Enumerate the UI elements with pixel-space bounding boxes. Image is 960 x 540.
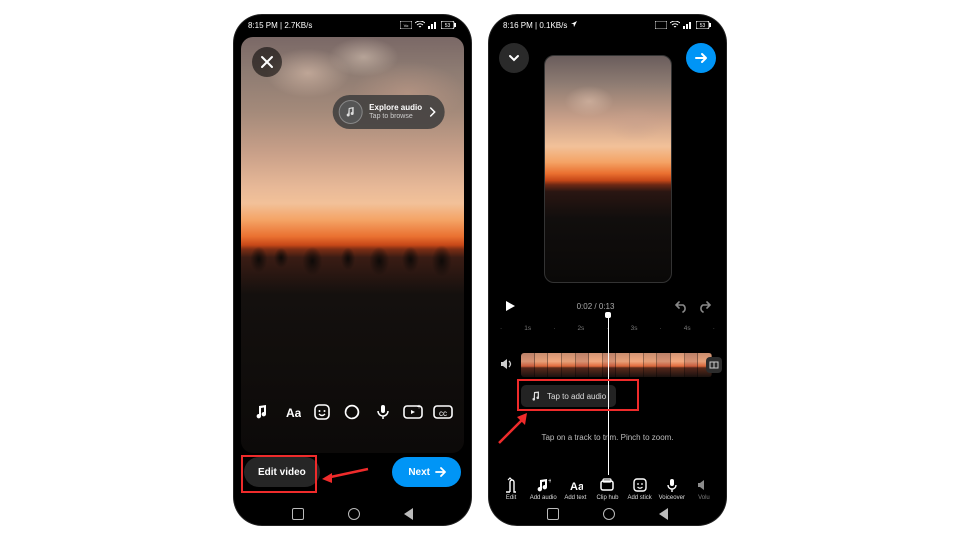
- svg-text:53: 53: [445, 23, 451, 29]
- battery-icon: 53: [441, 21, 457, 29]
- status-left: 8:15 PM | 2.7KB/s: [248, 21, 312, 30]
- status-bar: 8:16 PM | 0.1KB/s 53: [489, 15, 726, 35]
- location-icon: [570, 20, 578, 28]
- nav-back[interactable]: [659, 508, 668, 520]
- status-time: 8:15 PM: [248, 21, 278, 30]
- next-label: Next: [408, 467, 430, 478]
- status-left: 8:16 PM | 0.1KB/s: [503, 20, 578, 30]
- tool-clip-hub[interactable]: Clip hub: [591, 477, 623, 501]
- editor-preview[interactable]: [544, 55, 672, 283]
- annotation-arrow-edit: [320, 465, 370, 483]
- video-track[interactable]: [521, 353, 712, 377]
- status-net: 0.1KB/s: [539, 21, 567, 30]
- audio-title: Explore audio: [369, 104, 422, 112]
- annotation-arrow-audio: [495, 411, 535, 445]
- play-button[interactable]: [503, 299, 517, 313]
- signal-icon: [683, 21, 693, 29]
- done-button[interactable]: [686, 43, 716, 73]
- nav-back[interactable]: [404, 508, 413, 520]
- creative-tool-row: Aa + cc: [241, 397, 464, 427]
- editor-top-buttons: [499, 43, 716, 73]
- svg-text:Aa: Aa: [570, 481, 583, 493]
- svg-text:cc: cc: [439, 409, 447, 418]
- music-note-icon: [344, 106, 356, 118]
- volte-icon: [655, 21, 667, 29]
- svg-text:Aa: Aa: [286, 406, 301, 420]
- svg-text:53: 53: [700, 23, 706, 29]
- annotation-box-edit: [241, 455, 317, 493]
- tool-voiceover[interactable]: Voiceover: [656, 477, 688, 501]
- tool-add-audio[interactable]: + Add audio: [527, 477, 559, 501]
- timecode: 0:02 / 0:13: [577, 302, 615, 311]
- audio-avatar: [338, 100, 362, 124]
- chevron-right-icon: [429, 106, 437, 118]
- phone-right: 8:16 PM | 0.1KB/s 53 0:02 / 0:: [489, 15, 726, 525]
- mic-tool[interactable]: [372, 401, 394, 423]
- tool-volume[interactable]: Volu: [688, 477, 720, 501]
- signal-icon: [428, 21, 438, 29]
- status-right: 53: [655, 21, 712, 29]
- battery-icon: 53: [696, 21, 712, 29]
- phone-left: 8:15 PM | 2.7KB/s Vo 53 Explore aud: [234, 15, 471, 525]
- volte-icon: Vo: [400, 21, 412, 29]
- next-button[interactable]: Next: [392, 457, 461, 487]
- text-tool[interactable]: Aa: [281, 401, 303, 423]
- collapse-button[interactable]: [499, 43, 529, 73]
- wifi-icon: [415, 21, 425, 29]
- nav-recents[interactable]: [292, 508, 304, 520]
- tool-add-sticker[interactable]: Add stick: [624, 477, 656, 501]
- speaker-icon[interactable]: [499, 357, 513, 371]
- tool-edit[interactable]: Edit: [495, 477, 527, 501]
- status-time: 8:16 PM: [503, 21, 533, 30]
- wifi-icon: [670, 21, 680, 29]
- annotation-box-audio: [517, 379, 639, 411]
- transition-button[interactable]: [706, 357, 722, 373]
- undo-button[interactable]: [674, 299, 688, 313]
- effects-tool[interactable]: [341, 401, 363, 423]
- status-net: 2.7KB/s: [284, 21, 312, 30]
- gif-tool[interactable]: +: [402, 401, 424, 423]
- close-button[interactable]: [252, 47, 282, 77]
- svg-text:Vo: Vo: [404, 23, 409, 28]
- nav-home[interactable]: [603, 508, 615, 520]
- redo-button[interactable]: [698, 299, 712, 313]
- svg-text:+: +: [548, 478, 551, 485]
- captions-tool[interactable]: cc: [432, 401, 454, 423]
- audio-subtitle: Tap to browse: [369, 113, 422, 120]
- android-nav: [234, 503, 471, 525]
- nav-recents[interactable]: [547, 508, 559, 520]
- status-right: Vo 53: [400, 21, 457, 29]
- tool-add-text[interactable]: Aa Add text: [559, 477, 591, 501]
- arrow-right-icon: [694, 51, 708, 65]
- explore-audio-pill[interactable]: Explore audio Tap to browse: [332, 95, 445, 129]
- chevron-down-icon: [507, 51, 521, 65]
- sticker-tool[interactable]: [311, 401, 333, 423]
- nav-home[interactable]: [348, 508, 360, 520]
- status-bar: 8:15 PM | 2.7KB/s Vo 53: [234, 15, 471, 35]
- svg-text:+: +: [417, 404, 421, 411]
- arrow-right-icon: [435, 467, 447, 477]
- music-tool[interactable]: [251, 401, 273, 423]
- close-icon: [260, 55, 274, 69]
- android-nav: [489, 503, 726, 525]
